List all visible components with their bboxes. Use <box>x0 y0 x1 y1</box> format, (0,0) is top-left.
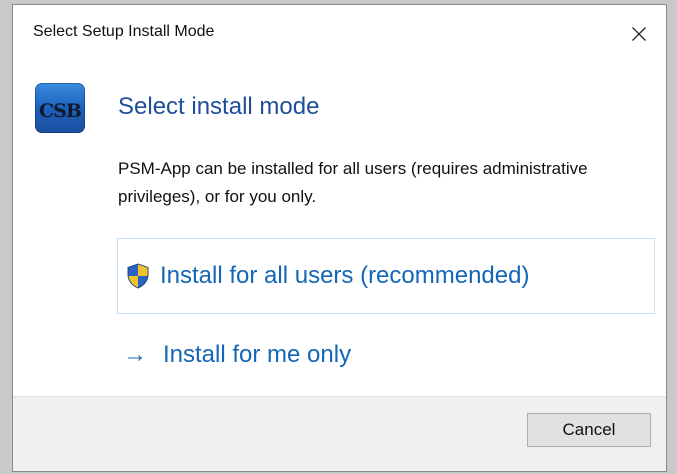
install-me-only-button[interactable]: → Install for me only <box>123 335 351 375</box>
description-text: PSM-App can be installed for all users (… <box>118 159 588 206</box>
install-all-users-button[interactable]: Install for all users (recommended) <box>117 238 655 314</box>
logo-text: CSB <box>39 100 82 122</box>
app-logo: CSB <box>35 83 85 133</box>
close-button[interactable] <box>612 5 666 63</box>
page-heading: Select install mode <box>118 93 320 120</box>
title-bar: Select Setup Install Mode <box>13 5 666 63</box>
install-all-users-label: Install for all users (recommended) <box>160 262 530 289</box>
cancel-button[interactable]: Cancel <box>527 413 651 447</box>
dialog-footer: Cancel <box>13 396 666 471</box>
close-icon <box>632 27 646 41</box>
window-title: Select Setup Install Mode <box>33 23 215 40</box>
setup-dialog: Select Setup Install Mode CSB Select ins… <box>12 4 667 472</box>
arrow-right-icon: → <box>123 341 147 368</box>
uac-shield-icon <box>126 263 150 289</box>
install-me-only-label: Install for me only <box>163 341 352 368</box>
